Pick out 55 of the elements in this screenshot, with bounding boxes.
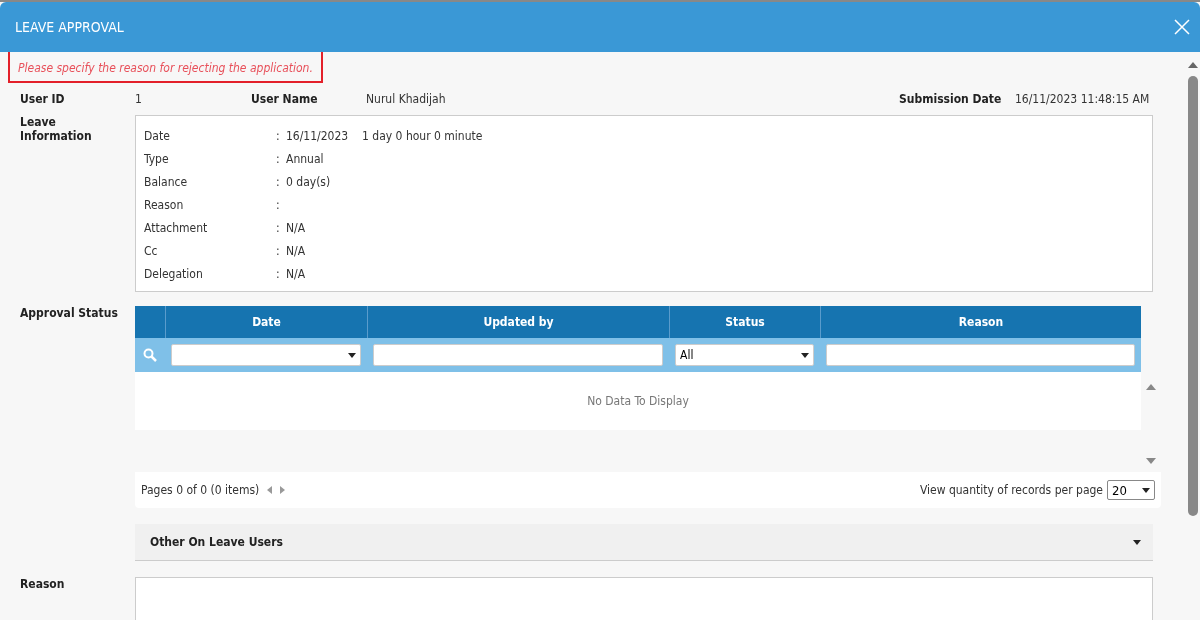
search-icon [143, 348, 157, 362]
field-label: User ID [20, 92, 66, 106]
info-label: Delegation [144, 266, 204, 281]
field-label: Submission Date [899, 92, 1003, 106]
info-value: 0 day(s) [286, 174, 332, 189]
field-value: Nurul Khadijah [366, 92, 447, 106]
caret-icon [801, 352, 809, 358]
info-value: 16/11/2023 [286, 128, 350, 143]
info-value: Annual [286, 151, 325, 166]
separator: : [276, 197, 281, 212]
collapsible-title: Other On Leave Users [150, 535, 283, 549]
info-value: N/A [286, 243, 307, 258]
separator: : [276, 174, 281, 189]
section-label: Approval Status [20, 306, 119, 320]
separator: : [276, 220, 281, 235]
field-label: User Name [251, 92, 319, 106]
info-label: Cc [144, 243, 159, 258]
field-value: 16/11/2023 11:48:15 AM [1015, 92, 1151, 106]
page-size-label: View quantity of records per page [919, 483, 1103, 497]
info-value: N/A [286, 220, 307, 235]
field-value: 1 [135, 92, 143, 106]
filter-dropdown[interactable] [171, 344, 361, 366]
info-label: Type [144, 151, 170, 166]
separator: : [276, 151, 281, 166]
info-value: N/A [286, 266, 307, 281]
caret-icon [1133, 539, 1141, 545]
separator: : [276, 243, 281, 258]
scroll-up-icon[interactable] [1187, 62, 1198, 68]
info-label: Balance [144, 174, 189, 189]
info-label: Reason [144, 197, 185, 212]
close-button[interactable] [1172, 17, 1192, 37]
scrollbar-thumb[interactable] [1187, 76, 1198, 516]
caret-icon [348, 352, 356, 358]
error-message: Please specify the reason for rejecting the application. [8, 52, 323, 83]
filter-field[interactable] [826, 344, 1135, 366]
info-label: Attachment [144, 220, 209, 235]
section-label: Leave Information [20, 115, 93, 143]
separator: : [276, 128, 281, 143]
caret-icon [1142, 487, 1150, 493]
pager-text: Pages 0 of 0 (0 items) [141, 483, 260, 497]
field-label: Reason [20, 577, 66, 591]
scroll-up-icon[interactable] [1146, 384, 1156, 390]
empty-message: No Data To Display [587, 394, 689, 408]
next-page-icon[interactable] [280, 486, 286, 494]
duration-text: 1 day 0 hour 0 minute [362, 128, 483, 143]
separator: : [276, 266, 281, 281]
filter-field[interactable] [373, 344, 663, 366]
filter-dropdown[interactable]: All [675, 344, 814, 366]
close-icon [1174, 19, 1190, 35]
scroll-down-icon[interactable] [1146, 458, 1156, 464]
dialog-title: LEAVE APPROVAL [15, 19, 124, 35]
previous-page-icon[interactable] [267, 486, 273, 494]
info-label: Date [144, 128, 171, 143]
page-size-dropdown[interactable]: 20 [1107, 480, 1155, 500]
collapsible-header[interactable]: Other On Leave Users [135, 524, 1153, 561]
